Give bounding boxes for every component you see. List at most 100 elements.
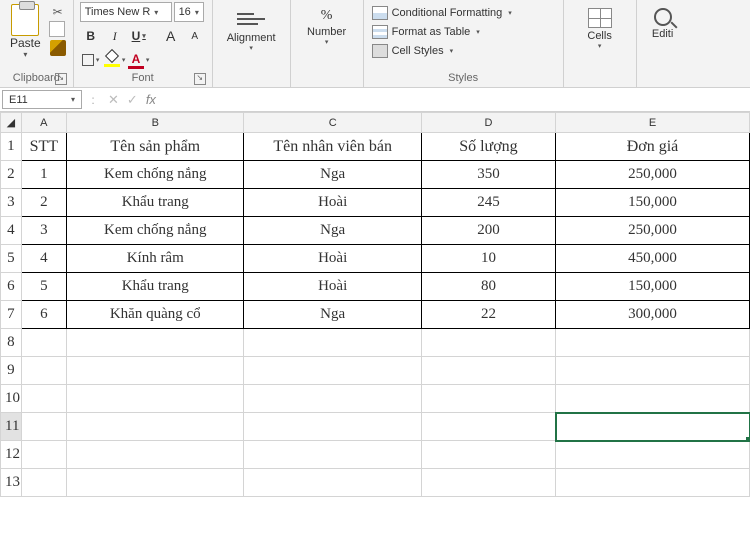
- cell-e9[interactable]: [556, 357, 750, 385]
- cell-a3[interactable]: 2: [21, 189, 66, 217]
- cell-e8[interactable]: [556, 329, 750, 357]
- cell-c9[interactable]: [244, 357, 421, 385]
- format-painter-button[interactable]: [49, 40, 67, 56]
- select-all-corner[interactable]: ◢: [1, 113, 22, 133]
- cell-c1[interactable]: Tên nhân viên bán: [244, 133, 421, 161]
- cell-d12[interactable]: [421, 441, 555, 469]
- cell-c5[interactable]: Hoài: [244, 245, 421, 273]
- cell-e6[interactable]: 150,000: [556, 273, 750, 301]
- row-header[interactable]: 13: [1, 469, 22, 497]
- cell-c12[interactable]: [244, 441, 421, 469]
- cell-d4[interactable]: 200: [421, 217, 555, 245]
- cell-b3[interactable]: Khẩu trang: [67, 189, 244, 217]
- cell-d8[interactable]: [421, 329, 555, 357]
- cell-a7[interactable]: 6: [21, 301, 66, 329]
- cell-a11[interactable]: [21, 413, 66, 441]
- cell-d9[interactable]: [421, 357, 555, 385]
- cell-a9[interactable]: [21, 357, 66, 385]
- row-header[interactable]: 11: [1, 413, 22, 441]
- cell-b13[interactable]: [67, 469, 244, 497]
- row-header[interactable]: 2: [1, 161, 22, 189]
- cell-d6[interactable]: 80: [421, 273, 555, 301]
- cell-b1[interactable]: Tên sản phẩm: [67, 133, 244, 161]
- cell-b9[interactable]: [67, 357, 244, 385]
- cell-c7[interactable]: Nga: [244, 301, 421, 329]
- enter-formula-button[interactable]: ✓: [127, 92, 138, 108]
- cell-a13[interactable]: [21, 469, 66, 497]
- formula-input[interactable]: [162, 88, 750, 111]
- cell-a8[interactable]: [21, 329, 66, 357]
- row-header[interactable]: 6: [1, 273, 22, 301]
- cell-b7[interactable]: Khăn quàng cổ: [67, 301, 244, 329]
- cell-b12[interactable]: [67, 441, 244, 469]
- paste-button[interactable]: Paste ▾: [6, 2, 45, 61]
- cell-styles-button[interactable]: Cell Styles ▾: [370, 42, 514, 60]
- cell-e11[interactable]: [556, 413, 750, 441]
- fx-button[interactable]: fx: [146, 92, 156, 107]
- row-header[interactable]: 9: [1, 357, 22, 385]
- cell-e7[interactable]: 300,000: [556, 301, 750, 329]
- name-box[interactable]: E11 ▾: [2, 90, 82, 109]
- row-header[interactable]: 8: [1, 329, 22, 357]
- cell-e4[interactable]: 250,000: [556, 217, 750, 245]
- font-size-combo[interactable]: 16▾: [174, 2, 204, 22]
- cell-d10[interactable]: [421, 385, 555, 413]
- underline-button[interactable]: U: [128, 26, 150, 46]
- font-name-combo[interactable]: Times New R▾: [80, 2, 172, 22]
- cell-d1[interactable]: Số lượng: [421, 133, 555, 161]
- cut-button[interactable]: [49, 4, 67, 20]
- cell-e5[interactable]: 450,000: [556, 245, 750, 273]
- cell-a6[interactable]: 5: [21, 273, 66, 301]
- row-header[interactable]: 10: [1, 385, 22, 413]
- cell-a10[interactable]: [21, 385, 66, 413]
- font-color-button[interactable]: A: [128, 50, 150, 70]
- grow-font-button[interactable]: A: [160, 26, 182, 46]
- alignment-button[interactable]: Alignment ▾: [219, 2, 284, 52]
- cell-e3[interactable]: 150,000: [556, 189, 750, 217]
- spreadsheet-grid[interactable]: ◢ A B C D E 1STTTên sản phẩmTên nhân viê…: [0, 112, 750, 554]
- shrink-font-button[interactable]: A: [184, 26, 206, 46]
- cell-b10[interactable]: [67, 385, 244, 413]
- font-dialog-launcher[interactable]: ↘: [194, 73, 206, 85]
- cell-e12[interactable]: [556, 441, 750, 469]
- format-as-table-button[interactable]: Format as Table ▾: [370, 23, 514, 41]
- cell-d5[interactable]: 10: [421, 245, 555, 273]
- italic-button[interactable]: I: [104, 26, 126, 46]
- editing-button[interactable]: Editi: [643, 2, 683, 40]
- cell-c8[interactable]: [244, 329, 421, 357]
- bold-button[interactable]: B: [80, 26, 102, 46]
- cell-c13[interactable]: [244, 469, 421, 497]
- cell-b8[interactable]: [67, 329, 244, 357]
- cell-e13[interactable]: [556, 469, 750, 497]
- cell-d7[interactable]: 22: [421, 301, 555, 329]
- cell-e1[interactable]: Đơn giá: [556, 133, 750, 161]
- cell-d13[interactable]: [421, 469, 555, 497]
- copy-button[interactable]: [49, 22, 67, 38]
- cell-c4[interactable]: Nga: [244, 217, 421, 245]
- row-header[interactable]: 12: [1, 441, 22, 469]
- number-button[interactable]: % Number ▾: [297, 2, 357, 46]
- fill-color-button[interactable]: [104, 50, 126, 70]
- cell-b11[interactable]: [67, 413, 244, 441]
- cell-d11[interactable]: [421, 413, 555, 441]
- cell-b4[interactable]: Kem chống nắng: [67, 217, 244, 245]
- col-header-d[interactable]: D: [421, 113, 555, 133]
- cells-button[interactable]: Cells ▾: [570, 2, 630, 50]
- cell-e2[interactable]: 250,000: [556, 161, 750, 189]
- col-header-c[interactable]: C: [244, 113, 421, 133]
- cell-a4[interactable]: 3: [21, 217, 66, 245]
- col-header-a[interactable]: A: [21, 113, 66, 133]
- cell-c6[interactable]: Hoài: [244, 273, 421, 301]
- cell-a5[interactable]: 4: [21, 245, 66, 273]
- cell-d3[interactable]: 245: [421, 189, 555, 217]
- cell-c10[interactable]: [244, 385, 421, 413]
- cancel-formula-button[interactable]: ✕: [108, 92, 119, 108]
- col-header-e[interactable]: E: [556, 113, 750, 133]
- row-header[interactable]: 5: [1, 245, 22, 273]
- clipboard-dialog-launcher[interactable]: ↘: [55, 73, 67, 85]
- conditional-formatting-button[interactable]: Conditional Formatting ▾: [370, 4, 514, 22]
- cell-e10[interactable]: [556, 385, 750, 413]
- cell-c2[interactable]: Nga: [244, 161, 421, 189]
- cell-a1[interactable]: STT: [21, 133, 66, 161]
- cell-d2[interactable]: 350: [421, 161, 555, 189]
